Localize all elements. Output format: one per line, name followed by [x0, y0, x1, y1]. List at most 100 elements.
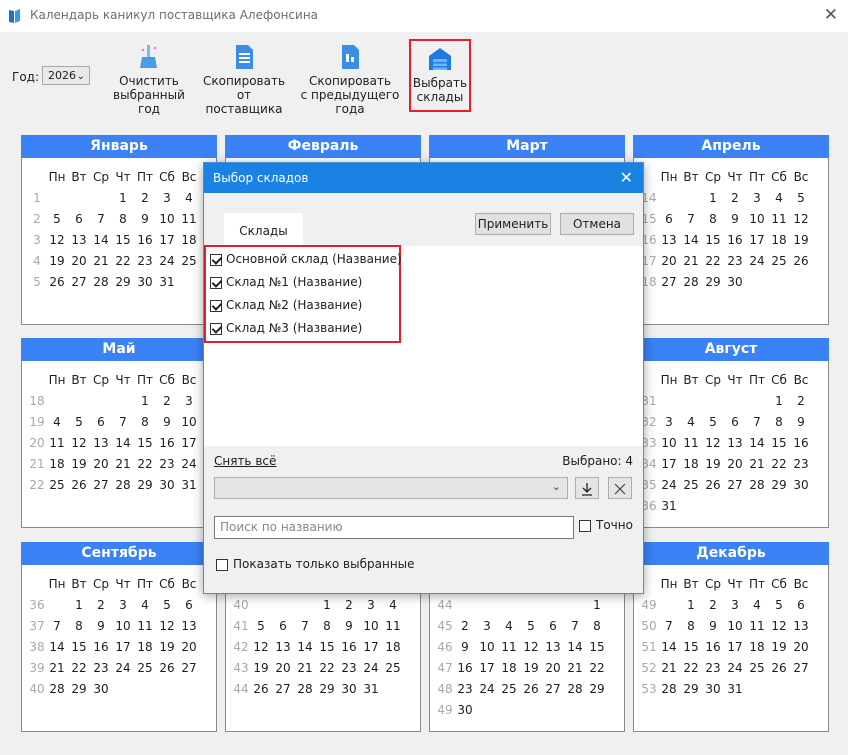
- day-cell[interactable]: 4: [134, 594, 156, 615]
- checkbox[interactable]: [579, 520, 591, 532]
- day-cell[interactable]: 14: [746, 432, 768, 453]
- day-cell[interactable]: 25: [498, 678, 520, 699]
- day-cell[interactable]: 19: [156, 636, 178, 657]
- day-cell[interactable]: 30: [724, 271, 746, 292]
- day-cell[interactable]: 8: [586, 615, 608, 636]
- day-cell[interactable]: 12: [250, 636, 272, 657]
- day-cell[interactable]: 23: [90, 657, 112, 678]
- day-cell[interactable]: 11: [382, 615, 404, 636]
- day-cell[interactable]: 21: [46, 657, 68, 678]
- day-cell[interactable]: 31: [658, 495, 680, 516]
- day-cell[interactable]: 3: [112, 594, 134, 615]
- day-cell[interactable]: 17: [178, 432, 200, 453]
- day-cell[interactable]: 2: [156, 390, 178, 411]
- day-cell[interactable]: 18: [746, 636, 768, 657]
- day-cell[interactable]: 3: [746, 187, 768, 208]
- day-cell[interactable]: 2: [790, 390, 812, 411]
- day-cell[interactable]: 27: [90, 474, 112, 495]
- day-cell[interactable]: 22: [702, 250, 724, 271]
- day-cell[interactable]: 5: [768, 594, 790, 615]
- day-cell[interactable]: 3: [360, 594, 382, 615]
- day-cell[interactable]: 25: [680, 474, 702, 495]
- day-cell[interactable]: 16: [790, 432, 812, 453]
- day-cell[interactable]: 19: [68, 453, 90, 474]
- day-cell[interactable]: 2: [134, 187, 156, 208]
- day-cell[interactable]: 16: [702, 636, 724, 657]
- day-cell[interactable]: 15: [68, 636, 90, 657]
- day-cell[interactable]: 29: [586, 678, 608, 699]
- day-cell[interactable]: 19: [768, 636, 790, 657]
- day-cell[interactable]: 23: [454, 678, 476, 699]
- day-cell[interactable]: 16: [724, 229, 746, 250]
- day-cell[interactable]: 25: [46, 474, 68, 495]
- day-cell[interactable]: 17: [724, 636, 746, 657]
- day-cell[interactable]: 8: [316, 615, 338, 636]
- day-cell[interactable]: 22: [134, 453, 156, 474]
- day-cell[interactable]: 26: [790, 250, 812, 271]
- apply-button[interactable]: Применить: [475, 213, 551, 235]
- day-cell[interactable]: 31: [156, 271, 178, 292]
- day-cell[interactable]: 24: [724, 657, 746, 678]
- day-cell[interactable]: 23: [156, 453, 178, 474]
- day-cell[interactable]: 23: [790, 453, 812, 474]
- day-cell[interactable]: 2: [724, 187, 746, 208]
- year-select[interactable]: 2026 ⌄: [42, 66, 90, 85]
- day-cell[interactable]: 14: [294, 636, 316, 657]
- day-cell[interactable]: 15: [586, 636, 608, 657]
- day-cell[interactable]: 21: [680, 250, 702, 271]
- checkbox[interactable]: [216, 559, 228, 571]
- day-cell[interactable]: 18: [382, 636, 404, 657]
- day-cell[interactable]: 25: [134, 657, 156, 678]
- day-cell[interactable]: 10: [360, 615, 382, 636]
- day-cell[interactable]: 20: [178, 636, 200, 657]
- day-cell[interactable]: 6: [724, 411, 746, 432]
- day-cell[interactable]: 15: [680, 636, 702, 657]
- day-cell[interactable]: 9: [790, 411, 812, 432]
- day-cell[interactable]: 10: [724, 615, 746, 636]
- select-warehouses-button[interactable]: Выбрать склады: [409, 39, 471, 112]
- day-cell[interactable]: 12: [790, 208, 812, 229]
- day-cell[interactable]: 26: [702, 474, 724, 495]
- copy-from-supplier-button[interactable]: Скопировать от поставщика: [199, 44, 289, 116]
- day-cell[interactable]: 1: [680, 594, 702, 615]
- day-cell[interactable]: 23: [134, 250, 156, 271]
- day-cell[interactable]: 14: [658, 636, 680, 657]
- day-cell[interactable]: 20: [68, 250, 90, 271]
- day-cell[interactable]: 22: [112, 250, 134, 271]
- day-cell[interactable]: 12: [156, 615, 178, 636]
- day-cell[interactable]: 7: [46, 615, 68, 636]
- day-cell[interactable]: 12: [768, 615, 790, 636]
- day-cell[interactable]: 27: [658, 271, 680, 292]
- day-cell[interactable]: 27: [790, 657, 812, 678]
- day-cell[interactable]: 5: [250, 615, 272, 636]
- day-cell[interactable]: 20: [658, 250, 680, 271]
- day-cell[interactable]: 5: [68, 411, 90, 432]
- day-cell[interactable]: 4: [178, 187, 200, 208]
- day-cell[interactable]: 29: [134, 474, 156, 495]
- day-cell[interactable]: 22: [768, 453, 790, 474]
- day-cell[interactable]: 5: [790, 187, 812, 208]
- day-cell[interactable]: 4: [768, 187, 790, 208]
- day-cell[interactable]: 24: [746, 250, 768, 271]
- day-cell[interactable]: 28: [112, 474, 134, 495]
- checkbox[interactable]: [210, 254, 222, 266]
- day-cell[interactable]: 28: [90, 271, 112, 292]
- day-cell[interactable]: 6: [178, 594, 200, 615]
- day-cell[interactable]: 24: [360, 657, 382, 678]
- day-cell[interactable]: 2: [90, 594, 112, 615]
- download-button[interactable]: [575, 477, 599, 499]
- day-cell[interactable]: 8: [768, 411, 790, 432]
- day-cell[interactable]: 10: [476, 636, 498, 657]
- day-cell[interactable]: 28: [658, 678, 680, 699]
- day-cell[interactable]: 19: [790, 229, 812, 250]
- day-cell[interactable]: 29: [702, 271, 724, 292]
- day-cell[interactable]: 13: [658, 229, 680, 250]
- day-cell[interactable]: 10: [178, 411, 200, 432]
- day-cell[interactable]: 30: [338, 678, 360, 699]
- tab-warehouses[interactable]: Склады: [224, 213, 303, 246]
- day-cell[interactable]: 12: [702, 432, 724, 453]
- day-cell[interactable]: 21: [294, 657, 316, 678]
- day-cell[interactable]: 29: [680, 678, 702, 699]
- day-cell[interactable]: 26: [46, 271, 68, 292]
- day-cell[interactable]: 27: [68, 271, 90, 292]
